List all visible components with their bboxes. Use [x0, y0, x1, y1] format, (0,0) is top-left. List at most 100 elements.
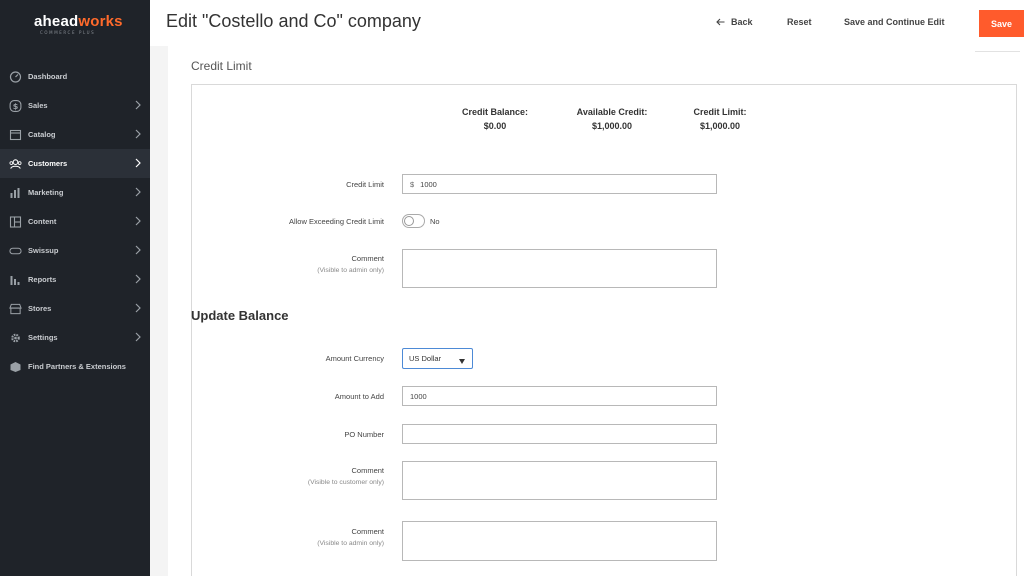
amount-currency-select[interactable]: US Dollar — [402, 348, 473, 369]
customer-comment-label: Comment — [351, 466, 384, 475]
swissup-icon — [8, 245, 22, 257]
sidebar-item-label: Sales — [28, 101, 48, 110]
partners-box-icon — [8, 361, 22, 373]
sidebar-item-sales[interactable]: $ Sales — [0, 91, 150, 120]
sidebar-item-label: Catalog — [28, 130, 56, 139]
admin-comment-label: Comment — [351, 527, 384, 536]
amount-currency-value: US Dollar — [409, 354, 442, 363]
chevron-right-icon — [134, 187, 142, 197]
logo-text: aheadworks — [34, 13, 123, 30]
credit-balance-summary: Credit Balance: $0.00 — [453, 107, 537, 131]
credit-comment-note: (Visible to admin only) — [317, 267, 384, 274]
currency-symbol: $ — [410, 179, 415, 189]
admin-comment-note: (Visible to admin only) — [317, 540, 384, 547]
save-and-continue-button[interactable]: Save and Continue Edit — [844, 17, 945, 27]
allow-exceeding-toggle[interactable] — [402, 214, 425, 228]
catalog-box-icon — [8, 129, 22, 141]
content-gutter — [150, 46, 168, 576]
customer-comment-textarea[interactable] — [402, 461, 717, 500]
sidebar-item-customers[interactable]: Customers — [0, 149, 150, 178]
sidebar-item-dashboard[interactable]: Dashboard — [0, 62, 150, 91]
svg-text:$: $ — [12, 102, 18, 111]
reports-bar-icon — [8, 274, 22, 286]
chevron-right-icon — [134, 303, 142, 313]
po-number-label: PO Number — [344, 430, 384, 439]
logo[interactable]: aheadworks COMMERCE PLUS — [0, 0, 150, 46]
page-header: Edit "Costello and Co" company Back Rese… — [150, 0, 1024, 46]
credit-limit-summary: Credit Limit: $1,000.00 — [684, 107, 756, 131]
sidebar-item-label: Settings — [28, 333, 58, 342]
allow-exceeding-value: No — [430, 217, 440, 226]
dashboard-icon — [8, 70, 22, 83]
available-credit-value: $1,000.00 — [591, 121, 633, 131]
logo-part1: ahead — [34, 13, 79, 30]
credit-limit-field-label: Credit Limit — [346, 180, 384, 189]
sidebar-item-settings[interactable]: Settings — [0, 323, 150, 352]
credit-comment-label-group: Comment (Visible to admin only) — [204, 254, 384, 274]
back-button-label: Back — [731, 17, 753, 27]
logo-tagline: COMMERCE PLUS — [40, 30, 96, 35]
chevron-right-icon — [134, 158, 142, 168]
chevron-right-icon — [134, 100, 142, 110]
allow-exceeding-label: Allow Exceeding Credit Limit — [288, 217, 384, 226]
toggle-knob — [404, 216, 414, 226]
credit-comment-label: Comment — [351, 254, 384, 263]
sidebar-item-swissup[interactable]: Swissup — [0, 236, 150, 265]
sidebar-item-label: Marketing — [28, 188, 64, 197]
divider — [975, 51, 1020, 52]
credit-limit-summary-label: Credit Limit: — [693, 107, 747, 117]
sidebar-item-label: Swissup — [28, 246, 59, 255]
credit-limit-summary-value: $1,000.00 — [699, 121, 741, 131]
sidebar-item-label: Customers — [28, 159, 68, 168]
credit-limit-input[interactable]: $ 1000 — [402, 174, 717, 194]
stores-icon — [8, 303, 22, 315]
page-title: Edit "Costello and Co" company — [166, 11, 421, 31]
po-number-input[interactable] — [402, 424, 717, 444]
chevron-right-icon — [134, 274, 142, 284]
chevron-right-icon — [134, 216, 142, 226]
amount-to-add-value: 1000 — [410, 391, 427, 401]
update-balance-heading: Update Balance — [191, 308, 289, 323]
credit-limit-input-value: 1000 — [420, 179, 437, 189]
credit-limit-panel — [191, 84, 1017, 576]
available-credit-summary: Available Credit: $1,000.00 — [566, 107, 658, 131]
sidebar-item-label: Content — [28, 217, 57, 226]
reset-button[interactable]: Reset — [787, 17, 812, 27]
arrow-left-icon — [716, 18, 725, 26]
customers-icon — [8, 158, 22, 170]
credit-comment-textarea[interactable] — [402, 249, 717, 288]
sidebar-item-label: Dashboard — [28, 72, 68, 81]
chevron-right-icon — [134, 129, 142, 139]
sidebar-item-reports[interactable]: Reports — [0, 265, 150, 294]
dollar-icon: $ — [8, 99, 22, 112]
customer-comment-note: (Visible to customer only) — [307, 479, 384, 486]
credit-balance-label: Credit Balance: — [461, 107, 529, 117]
save-button[interactable]: Save — [979, 10, 1024, 37]
chevron-right-icon — [134, 245, 142, 255]
dropdown-arrow-icon — [459, 357, 465, 364]
sidebar-item-label: Find Partners & Extensions — [28, 362, 126, 371]
chevron-right-icon — [134, 332, 142, 342]
sidebar-item-label: Stores — [28, 304, 52, 313]
sidebar-item-content[interactable]: Content — [0, 207, 150, 236]
credit-limit-section-title: Credit Limit — [191, 59, 252, 73]
customer-comment-label-group: Comment (Visible to customer only) — [204, 466, 384, 486]
back-button[interactable]: Back — [716, 17, 753, 27]
content-layout-icon — [8, 215, 22, 228]
sidebar-item-label: Reports — [28, 275, 57, 284]
amount-currency-label: Amount Currency — [325, 354, 384, 363]
sidebar-item-find-partners[interactable]: Find Partners & Extensions — [0, 352, 150, 381]
amount-to-add-label: Amount to Add — [334, 392, 384, 401]
admin-comment-label-group: Comment (Visible to admin only) — [204, 527, 384, 547]
amount-to-add-input[interactable]: 1000 — [402, 386, 717, 406]
sidebar-item-stores[interactable]: Stores — [0, 294, 150, 323]
marketing-chart-icon — [8, 187, 22, 199]
available-credit-label: Available Credit: — [576, 107, 648, 117]
sidebar-nav: Dashboard $ Sales Catalog Customers Mark… — [0, 62, 150, 381]
sidebar: aheadworks COMMERCE PLUS Dashboard $ Sal… — [0, 0, 150, 576]
sidebar-item-marketing[interactable]: Marketing — [0, 178, 150, 207]
credit-balance-value: $0.00 — [483, 121, 507, 131]
logo-part2: works — [78, 13, 123, 30]
sidebar-item-catalog[interactable]: Catalog — [0, 120, 150, 149]
admin-comment-textarea[interactable] — [402, 521, 717, 561]
